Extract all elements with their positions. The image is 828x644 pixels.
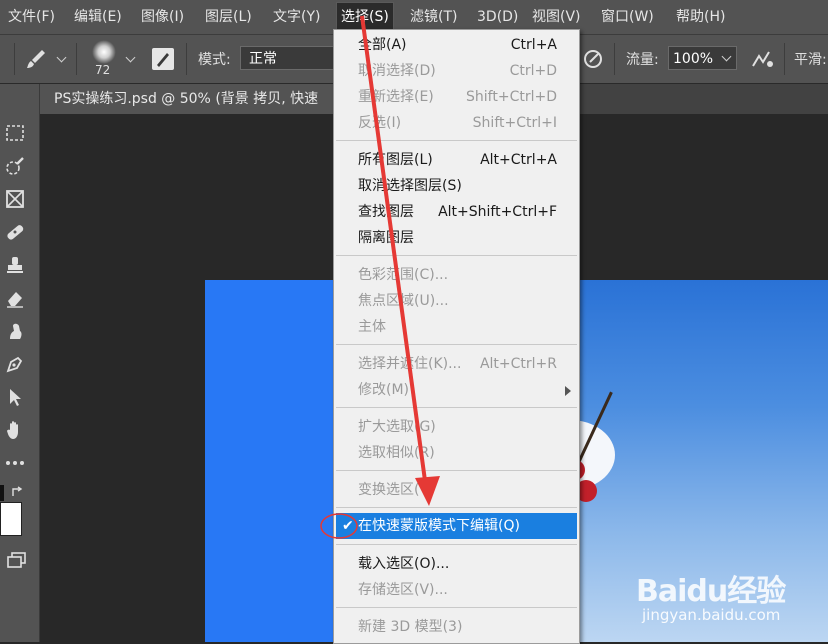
menu-item-inverse: 反选(I) Shift+Ctrl+I <box>358 115 557 131</box>
smudge-icon[interactable] <box>4 320 28 344</box>
watermark-url: jingyan.baidu.com <box>642 606 781 624</box>
options-separator <box>186 43 187 75</box>
menu-item-load-selection[interactable]: 载入选区(O)... <box>334 551 579 577</box>
flow-label: 流量: <box>626 52 659 68</box>
pen-tool-icon[interactable] <box>4 353 28 377</box>
menu-item-isolate-layers[interactable]: 隔离图层 <box>334 225 579 251</box>
menu-layer[interactable]: 图层(L) <box>205 0 252 34</box>
menu-item-save-selection: 存储选区(V)... <box>358 582 448 598</box>
pressure-opacity-icon[interactable] <box>750 48 776 70</box>
menu-separator <box>336 255 577 256</box>
mode-dropdown[interactable]: 正常 <box>240 46 334 70</box>
menu-item-transform-selection: 变换选区(T) <box>358 482 434 498</box>
smoothing-label: 平滑: <box>794 52 827 68</box>
menu-item-subject: 主体 <box>358 319 386 335</box>
menu-item-new-3d-model: 新建 3D 模型(3) <box>358 619 463 635</box>
tool-preset-chevron-icon[interactable] <box>56 52 67 63</box>
flow-dropdown-button[interactable] <box>717 46 737 70</box>
select-menu-dropdown: 全部(A) Ctrl+A 取消选择(D) Ctrl+D 重新选择(E) Shift+C… <box>333 29 580 644</box>
options-grip <box>14 43 15 75</box>
menu-item-select-all[interactable]: 全部(A) Ctrl+A <box>334 32 579 58</box>
frame-tool-icon[interactable] <box>4 188 28 212</box>
menu-item-similar: 选取相似(R) <box>358 445 435 461</box>
airbrush-icon[interactable] <box>582 48 604 70</box>
path-selection-icon[interactable] <box>4 386 28 410</box>
menu-item-quick-mask-edit[interactable]: ✔ 在快速蒙版模式下编辑(Q) <box>336 513 577 539</box>
menu-item-deselect-layers[interactable]: 取消选择图层(S) <box>334 173 579 199</box>
menu-separator <box>336 470 577 471</box>
menu-separator <box>336 344 577 345</box>
brush-preview-icon[interactable] <box>92 40 116 64</box>
menu-item-select-and-mask: 选择并遮住(K)... Alt+Ctrl+R <box>358 356 557 372</box>
more-tools-icon[interactable] <box>4 452 28 476</box>
foreground-color-swatch[interactable] <box>0 485 4 501</box>
menu-item-grow: 扩大选取(G) <box>358 419 436 435</box>
background-color-swatch[interactable] <box>0 502 22 536</box>
tools-panel <box>0 84 40 642</box>
screen-mode-icon[interactable] <box>6 550 28 570</box>
eraser-icon[interactable] <box>4 287 28 311</box>
options-separator <box>784 43 785 75</box>
menu-item-deselect: 取消选择(D) Ctrl+D <box>358 63 557 79</box>
menu-help[interactable]: 帮助(H) <box>676 0 725 34</box>
menu-separator <box>336 407 577 408</box>
menu-file[interactable]: 文件(F) <box>8 0 55 34</box>
brush-icon[interactable] <box>24 47 48 71</box>
clone-stamp-icon[interactable] <box>4 254 28 278</box>
submenu-arrow-icon <box>565 386 571 396</box>
options-separator <box>76 43 77 75</box>
menu-item-focus-area: 焦点区域(U)... <box>358 293 449 309</box>
mode-label: 模式: <box>198 52 231 68</box>
brush-picker-chevron-icon[interactable] <box>125 52 136 63</box>
quick-selection-icon[interactable] <box>4 155 28 179</box>
brush-size-value: 72 <box>95 63 111 77</box>
menu-image[interactable]: 图像(I) <box>141 0 184 34</box>
hand-tool-icon[interactable] <box>4 419 28 443</box>
baidu-jingyan-logo: Baidu经验 <box>636 574 786 609</box>
swap-colors-icon[interactable] <box>10 485 24 499</box>
menu-select[interactable]: 选择(S) <box>336 2 394 32</box>
menu-separator <box>336 507 577 508</box>
menu-item-find-layers[interactable]: 查找图层 Alt+Shift+Ctrl+F <box>334 199 579 225</box>
document-tab[interactable]: PS实操练习.psd @ 50% (背景 拷贝, 快速 <box>40 84 354 114</box>
menu-item-reselect: 重新选择(E) Shift+Ctrl+D <box>358 89 557 105</box>
menu-separator <box>336 140 577 141</box>
menu-item-all-layers[interactable]: 所有图层(L) Alt+Ctrl+A <box>334 147 579 173</box>
rectangular-marquee-icon[interactable] <box>4 122 28 146</box>
brush-settings-icon[interactable] <box>152 48 174 70</box>
menu-edit[interactable]: 编辑(E) <box>74 0 122 34</box>
baidu-watermark: Baidu经验 jingyan.baidu.com <box>636 566 822 636</box>
menu-item-color-range: 色彩范围(C)... <box>358 267 449 283</box>
options-separator <box>614 43 615 75</box>
menu-separator <box>336 544 577 545</box>
flow-input[interactable]: 100% <box>668 46 718 70</box>
menu-type[interactable]: 文字(Y) <box>273 0 320 34</box>
healing-brush-icon[interactable] <box>4 221 28 245</box>
checkmark-icon: ✔ <box>342 518 354 534</box>
menu-item-modify: 修改(M) <box>334 377 579 403</box>
menu-window[interactable]: 窗口(W) <box>601 0 654 34</box>
menu-separator <box>336 607 577 608</box>
